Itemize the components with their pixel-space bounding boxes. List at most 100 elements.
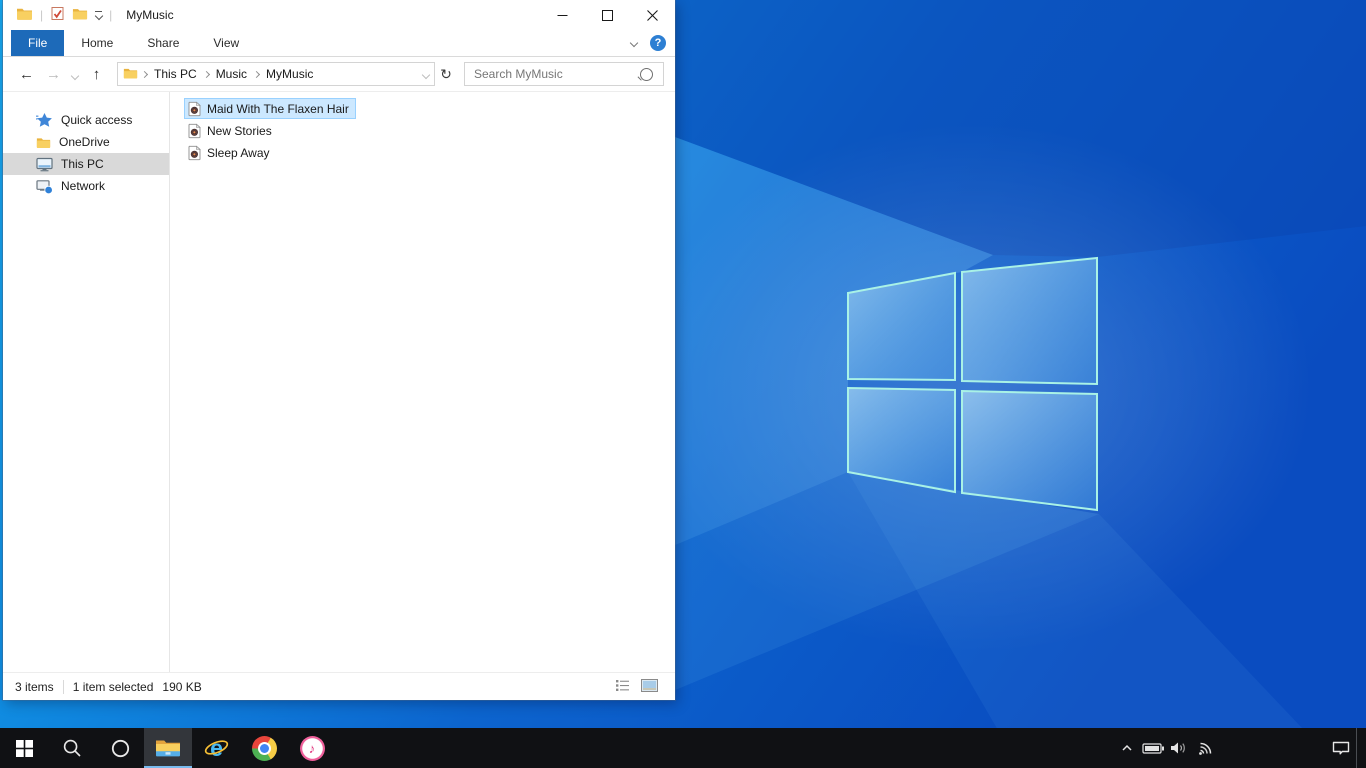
audio-file-icon [188, 101, 201, 116]
ribbon-right-controls: ? [629, 30, 666, 56]
show-hidden-icons-button[interactable] [1114, 728, 1140, 768]
sidebar-item-network[interactable]: Network [3, 175, 169, 197]
chevron-up-icon [1122, 744, 1132, 751]
tab-home-label: Home [81, 36, 114, 50]
taskbar-internet-explorer-button[interactable]: e [192, 728, 240, 768]
window-title: MyMusic [126, 8, 174, 22]
windows-logo-pane-bottom-right [961, 389, 1098, 512]
taskbar-itunes-button[interactable]: ♪ [288, 728, 336, 768]
cortana-icon [111, 739, 129, 757]
forward-button[interactable]: → [40, 67, 67, 82]
search-input[interactable] [472, 66, 636, 82]
svg-text:e: e [210, 735, 223, 761]
file-item-sleep-away[interactable]: Sleep Away [184, 142, 277, 163]
sidebar-item-this-pc[interactable]: This PC [3, 153, 169, 175]
tab-view[interactable]: View [196, 30, 256, 56]
start-button[interactable] [0, 728, 48, 768]
windows-start-icon [15, 739, 33, 757]
search-icon [63, 739, 81, 757]
sidebar-item-onedrive[interactable]: OneDrive [3, 131, 169, 153]
explorer-window-icon [16, 7, 33, 23]
window-controls [540, 0, 675, 30]
audio-file-icon [188, 145, 201, 160]
chevron-down-icon [421, 70, 431, 80]
quick-access-star-icon [36, 113, 52, 127]
details-view-icon [616, 679, 629, 691]
chrome-icon [251, 735, 277, 761]
minimize-button[interactable] [540, 0, 585, 30]
new-folder-button[interactable] [72, 7, 88, 23]
back-button[interactable]: ← [13, 67, 40, 82]
internet-explorer-icon: e [204, 735, 228, 761]
file-list[interactable]: Maid With The Flaxen Hair New Stories Sl… [170, 92, 675, 672]
refresh-button[interactable]: ↻ [435, 66, 457, 83]
maximize-icon [602, 9, 613, 21]
network-tray-button[interactable] [1192, 728, 1218, 768]
explorer-content: Quick access OneDrive This PC Network Ma… [3, 92, 675, 672]
file-explorer-window: | | MyMusic File Home Share View ? ← → ↑… [3, 0, 675, 700]
large-icons-view-button[interactable] [641, 678, 658, 695]
this-pc-icon [36, 157, 53, 171]
audio-file-icon [188, 123, 201, 138]
search-icon[interactable] [640, 67, 653, 81]
battery-tray-button[interactable] [1140, 728, 1166, 768]
minimize-icon [557, 14, 568, 16]
maximize-button[interactable] [585, 0, 630, 30]
breadcrumb-this-pc[interactable]: This PC [151, 67, 200, 81]
close-button[interactable] [630, 0, 675, 30]
address-bar[interactable]: This PC Music MyMusic [117, 62, 435, 86]
taskbar: e ♪ [0, 728, 1366, 768]
windows-logo-pane-top-right [961, 256, 1098, 386]
file-item-new-stories[interactable]: New Stories [184, 120, 279, 141]
item-count: 3 items [15, 679, 54, 694]
location-folder-icon [123, 67, 138, 82]
itunes-icon: ♪ [299, 735, 325, 761]
sidebar-item-label: This PC [61, 157, 104, 171]
windows-logo-pane-top-left [847, 271, 956, 382]
help-button[interactable]: ? [650, 35, 666, 51]
view-buttons [615, 678, 663, 695]
breadcrumb-mymusic[interactable]: MyMusic [263, 67, 316, 81]
recent-locations-button[interactable] [67, 67, 83, 82]
sidebar-item-label: Network [61, 179, 106, 193]
breadcrumb-chevron-icon [140, 70, 149, 78]
sidebar-item-quick-access[interactable]: Quick access [3, 109, 169, 131]
qat-separator: | [109, 8, 113, 22]
show-desktop-button[interactable] [1356, 728, 1366, 768]
action-center-button[interactable] [1326, 728, 1356, 768]
battery-icon [1141, 742, 1164, 754]
tab-file[interactable]: File [11, 30, 65, 56]
network-icon [36, 179, 53, 194]
sidebar-item-label: OneDrive [59, 135, 110, 149]
chevron-down-icon [70, 71, 80, 80]
tab-share[interactable]: Share [130, 30, 196, 56]
taskbar-search-button[interactable] [48, 728, 96, 768]
titlebar[interactable]: | | MyMusic [3, 0, 675, 30]
selection-count: 1 item selected [72, 679, 154, 694]
tab-home[interactable]: Home [64, 30, 130, 56]
search-box [464, 62, 664, 86]
qat-separator: | [40, 8, 44, 22]
status-separator [62, 679, 64, 694]
up-button[interactable]: ↑ [83, 67, 110, 82]
address-dropdown-button[interactable] [421, 67, 431, 81]
volume-icon [1171, 742, 1185, 754]
tab-file-label: File [28, 36, 48, 50]
volume-tray-button[interactable] [1166, 728, 1192, 768]
customize-qat-button[interactable] [94, 11, 103, 21]
details-view-button[interactable] [615, 679, 630, 695]
taskbar-file-explorer-button[interactable] [144, 728, 192, 768]
taskbar-chrome-button[interactable] [240, 728, 288, 768]
cortana-button[interactable] [96, 728, 144, 768]
file-item-maid-with-the-flaxen-hair[interactable]: Maid With The Flaxen Hair [184, 98, 356, 119]
file-name: New Stories [207, 123, 272, 138]
large-icons-view-icon [641, 678, 658, 692]
properties-button[interactable] [50, 6, 65, 24]
ribbon-tabs: File Home Share View ? [3, 30, 675, 57]
music-note-glyph: ♪ [308, 740, 316, 756]
expand-ribbon-button[interactable] [629, 38, 639, 48]
file-explorer-icon [156, 740, 180, 756]
tab-share-label: Share [147, 36, 180, 50]
file-name: Maid With The Flaxen Hair [207, 101, 349, 116]
breadcrumb-music[interactable]: Music [213, 67, 250, 81]
